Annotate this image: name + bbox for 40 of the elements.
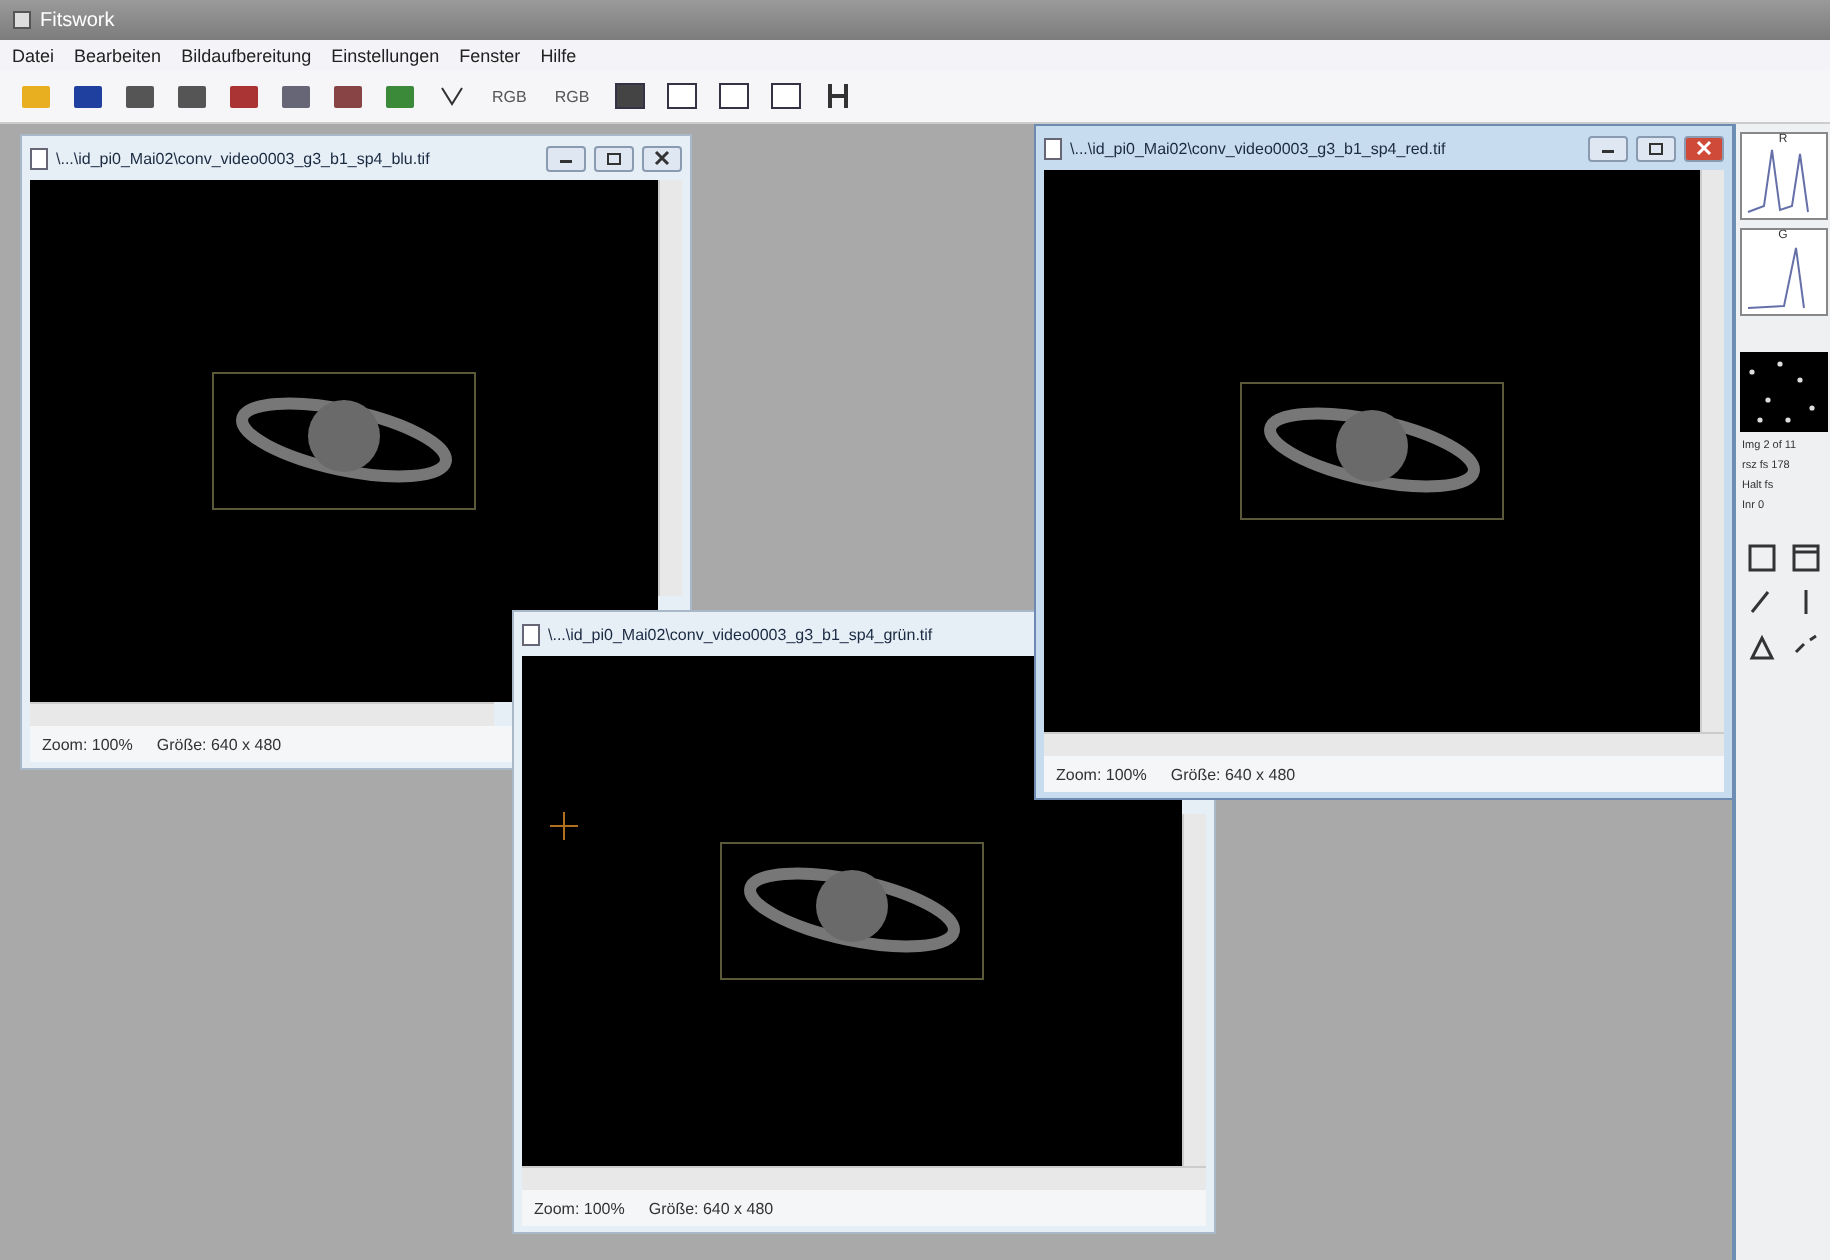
vertical-scrollbar[interactable] — [1700, 170, 1724, 732]
zoom-status: Zoom: 100% — [534, 1199, 625, 1217]
tool-icon[interactable] — [1743, 540, 1779, 576]
size-status: Größe: 640 x 480 — [648, 1199, 774, 1217]
menu-item[interactable]: Datei — [12, 45, 55, 65]
maximize-button[interactable] — [1636, 135, 1676, 161]
zoom-status: Zoom: 100% — [42, 735, 133, 753]
document-icon — [522, 623, 540, 645]
maximize-icon — [1648, 141, 1664, 155]
zoom-status: Zoom: 100% — [1056, 765, 1147, 783]
window-title: \...\id_pi0_Mai02\conv_video0003_g3_b1_sp4_red.tif — [1070, 139, 1448, 157]
star-field-drawing — [1739, 352, 1827, 432]
menu-item[interactable]: Fenster — [459, 45, 521, 65]
maximize-icon — [606, 151, 622, 165]
menu-item[interactable]: Bearbeiten — [74, 45, 162, 65]
document-icon — [30, 147, 48, 169]
maximize-button[interactable] — [594, 145, 634, 171]
window-title: \...\id_pi0_Mai02\conv_video0003_g3_b1_sp4_grün.tif — [548, 625, 935, 643]
horizontal-scrollbar[interactable] — [522, 1166, 1206, 1190]
vertical-scrollbar[interactable] — [1182, 814, 1206, 1166]
size-status: Größe: 640 x 480 — [1170, 765, 1296, 783]
vertical-scrollbar[interactable] — [658, 180, 682, 596]
minimize-button[interactable] — [1588, 135, 1628, 161]
close-button[interactable] — [642, 145, 682, 171]
app-icon — [12, 10, 32, 30]
document-icon — [1044, 137, 1062, 159]
close-icon — [654, 150, 670, 166]
menu-item[interactable]: Einstellungen — [331, 45, 440, 65]
horizontal-scrollbar[interactable] — [1044, 732, 1724, 756]
toolbar-button[interactable]: RGB — [484, 76, 535, 116]
minimize-button[interactable] — [546, 145, 586, 171]
horizontal-scrollbar[interactable] — [30, 702, 494, 726]
close-icon — [1696, 140, 1712, 156]
toolbar-button[interactable]: RGB — [546, 76, 598, 116]
tool-icon[interactable] — [1787, 540, 1823, 576]
window-title: Fitswork — [40, 9, 115, 31]
menu-item[interactable]: Bildaufbereitung — [181, 45, 312, 65]
menu-item[interactable]: Hilfe — [540, 45, 577, 65]
window-title: \...\id_pi0_Mai02\conv_video0003_g3_b1_sp4_blu.tif — [56, 149, 432, 167]
size-status: Größe: 640 x 480 — [156, 735, 282, 753]
